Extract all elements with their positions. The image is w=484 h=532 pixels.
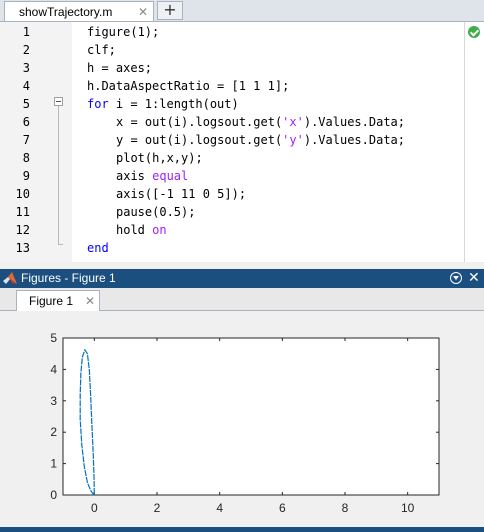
x-tick-label: 4 [216,501,223,515]
figures-panel-header: Figures - Figure 1 ✕ [0,269,484,288]
y-tick-label: 1 [50,457,57,471]
code-line[interactable]: 12 hold on [0,221,464,239]
code-keyword: end [87,241,109,255]
x-tick-label: 2 [154,501,161,515]
code-line[interactable]: 1 figure(1); [0,23,464,41]
code-token: axis [116,169,153,183]
code-string: 'y' [282,133,304,147]
code-token: i = 1:length(out) [108,97,239,111]
editor-tab-strip: showTrajectory.m ✕ + [0,0,484,22]
figures-panel-title: Figures - Figure 1 [21,271,116,285]
line-number: 11 [15,205,30,219]
line-number: 12 [15,223,30,237]
y-tick-label: 2 [50,425,57,439]
figure-tab-strip: Figure 1 ✕ [0,288,484,311]
code-line[interactable]: 2 clf; [0,41,464,59]
code-token: pause(0.5); [116,205,196,219]
x-tick-label: 8 [342,501,349,515]
code-text: clf; [87,41,116,59]
code-text: h.DataAspectRatio = [1 1 1]; [87,77,289,95]
line-number: 5 [22,97,30,111]
code-token: ).Values.Data; [303,115,406,129]
code-text: axis equal [116,167,188,185]
y-tick-label: 4 [50,362,57,376]
code-text: plot(h,x,y); [116,149,203,167]
code-token: h = axes; [87,61,153,75]
x-tick-label: 10 [401,501,415,515]
figure-canvas[interactable]: 0 2 4 6 8 10 0 1 2 3 4 5 [0,311,484,528]
fold-guide-end [58,244,63,245]
code-text: pause(0.5); [116,203,195,221]
code-line[interactable]: 13 end [0,239,464,257]
code-token: plot(h,x,y); [116,151,203,165]
code-editor[interactable]: 1 figure(1); 2 clf; 3 h = axes; 4 h.DataAspectR… [0,22,484,262]
code-text: end [87,239,109,257]
code-token: y = out(i).logsout.get( [116,133,283,147]
code-text: figure(1); [87,23,159,41]
line-number: 3 [22,61,30,75]
window-bottom-border [0,527,484,532]
x-tick-label: 6 [279,501,286,515]
code-token: figure(1); [87,25,160,39]
code-token: clf; [87,43,116,57]
tab-showtrajectory[interactable]: showTrajectory.m ✕ [4,1,154,21]
fold-guide [58,106,59,244]
figure-tab-label: Figure 1 [29,294,74,308]
code-token: ).Values.Data; [303,133,406,147]
y-tick-label: 3 [50,394,57,408]
code-keyword: for [87,97,109,111]
code-string: 'x' [282,115,304,129]
code-line[interactable]: 11 pause(0.5); [0,203,464,221]
code-string: on [152,223,167,237]
plot-axes-box [62,337,440,496]
code-text: h = axes; [87,59,152,77]
check-circle-icon[interactable] [468,26,480,38]
code-line[interactable]: 6 x = out(i).logsout.get('x').Values.Data… [0,113,464,131]
line-number: 8 [22,151,30,165]
line-number: 9 [22,169,30,183]
code-token: hold [116,223,153,237]
line-number: 4 [22,79,30,93]
code-text: y = out(i).logsout.get('y').Values.Data; [116,131,405,149]
line-number: 6 [22,115,30,129]
line-number: 13 [15,241,30,255]
close-figure-icon[interactable]: ✕ [85,295,95,307]
line-number: 2 [22,43,30,57]
line-number: 10 [15,187,30,201]
code-line[interactable]: 7 y = out(i).logsout.get('y').Values.Data… [0,131,464,149]
code-text: x = out(i).logsout.get('x').Values.Data; [116,113,405,131]
x-tick-label: 0 [91,501,98,515]
code-line[interactable]: 10 axis([-1 11 0 5]); [0,185,464,203]
tab-figure-1[interactable]: Figure 1 ✕ [16,290,100,311]
code-line[interactable]: 4 h.DataAspectRatio = [1 1 1]; [0,77,464,95]
code-token: axis([-1 11 0 5]); [116,187,247,201]
code-token: x = out(i).logsout.get( [116,115,283,129]
code-line[interactable]: 9 axis equal [0,167,464,185]
code-token: h.DataAspectRatio = [1 1 1]; [87,79,290,93]
line-number: 7 [22,133,30,147]
panel-menu-icon[interactable] [450,272,462,284]
code-line[interactable]: 8 plot(h,x,y); [0,149,464,167]
tab-label: showTrajectory.m [19,5,113,19]
y-tick-label: 5 [50,331,57,345]
trajectory-plot[interactable]: 0 2 4 6 8 10 0 1 2 3 4 5 [0,311,484,528]
close-icon[interactable]: ✕ [138,6,148,18]
line-number: 1 [22,25,30,39]
code-line[interactable]: 3 h = axes; [0,59,464,77]
y-tick-label: 0 [50,488,57,502]
close-panel-icon[interactable]: ✕ [468,270,480,286]
new-tab-button[interactable]: + [157,1,183,20]
fold-toggle-icon[interactable] [54,97,63,106]
code-text: for i = 1:length(out) [87,95,239,113]
code-text: hold on [116,221,167,239]
code-text: axis([-1 11 0 5]); [116,185,246,203]
code-line[interactable]: 5 for i = 1:length(out) [0,95,464,113]
code-string: equal [152,169,189,183]
matlab-logo-icon [3,272,17,284]
editor-right-divider [464,22,465,262]
